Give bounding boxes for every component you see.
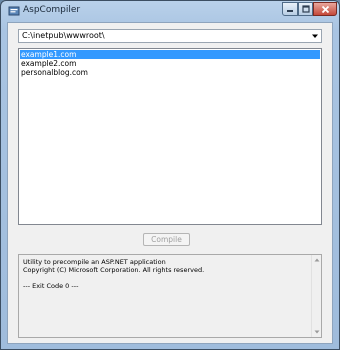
- scroll-down-icon[interactable]: [314, 329, 320, 335]
- path-combobox-value: C:\inetpub\wwwroot\: [22, 31, 105, 40]
- scroll-up-icon[interactable]: [314, 257, 320, 263]
- sites-listbox[interactable]: example1.com example2.com personalblog.c…: [18, 48, 322, 225]
- site-list-item[interactable]: personalblog.com: [20, 68, 320, 77]
- site-list-item[interactable]: example2.com: [20, 59, 320, 68]
- path-combobox[interactable]: C:\inetpub\wwwroot\: [18, 29, 322, 43]
- compile-button[interactable]: Compile: [143, 233, 190, 246]
- app-window: AspCompiler C:\inetpub\wwwroot\ example1…: [0, 0, 340, 350]
- close-button[interactable]: [313, 2, 337, 16]
- minimize-button[interactable]: [282, 2, 298, 16]
- title-bar[interactable]: AspCompiler: [1, 1, 339, 21]
- close-icon: [321, 5, 329, 13]
- output-line: --- Exit Code 0 ---: [23, 282, 79, 290]
- maximize-button[interactable]: [298, 2, 313, 16]
- maximize-icon: [301, 5, 310, 13]
- app-icon: [8, 6, 20, 16]
- site-list-item[interactable]: example1.com: [20, 50, 320, 59]
- client-area: C:\inetpub\wwwroot\ example1.com example…: [7, 22, 333, 344]
- output-line: Copyright (C) Microsoft Corporation. All…: [23, 266, 205, 274]
- minimize-icon: [287, 10, 293, 12]
- output-scrollbar[interactable]: [311, 255, 321, 337]
- output-line: Utility to precompile an ASP.NET applica…: [23, 258, 166, 266]
- window-title: AspCompiler: [23, 5, 81, 15]
- chevron-down-icon[interactable]: [311, 32, 319, 40]
- output-textbox[interactable]: Utility to precompile an ASP.NET applica…: [18, 254, 322, 338]
